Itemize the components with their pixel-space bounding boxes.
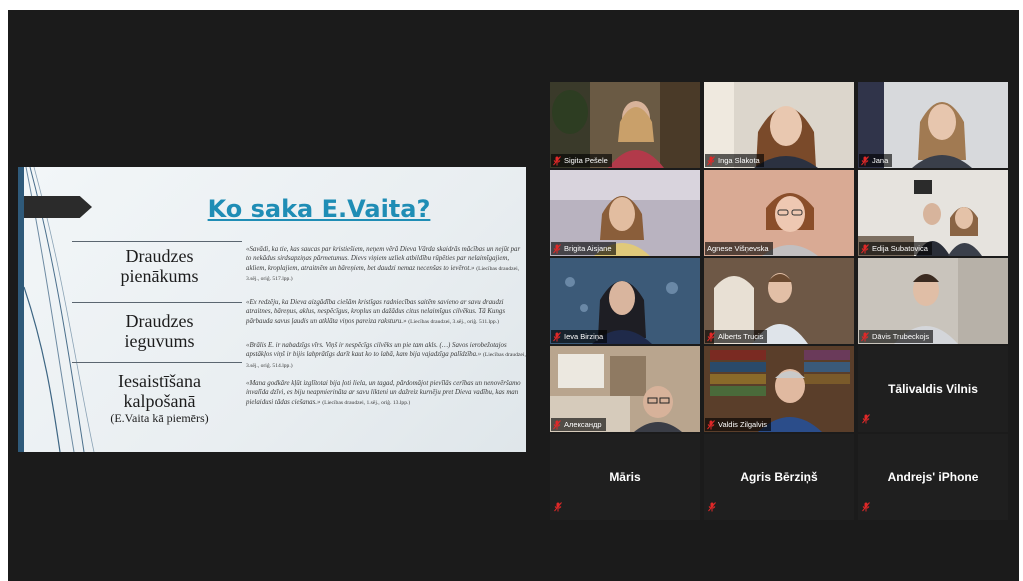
term-note: (E.Vaita kā piemērs) — [110, 411, 209, 425]
slide-term-column: Draudzes pienākums Draudzes ieguvums Ies… — [72, 241, 247, 441]
participant-tile-no-video[interactable]: Agris Bērziņš — [704, 434, 854, 520]
mic-muted-icon — [861, 155, 869, 166]
term-item: Iesaistīšana kalpošanā (E.Vaita kā piemē… — [72, 371, 247, 425]
divider — [72, 302, 242, 303]
quote: «Ex redzēju, ka Dieva aizgādība ciešām k… — [246, 299, 506, 325]
participant-label: Brigita Aisjane — [551, 242, 616, 255]
participant-name: Alberts Trucis — [718, 332, 764, 341]
quote-source: (Liecības draudzei, 3.sēj., oriģ. 511.lp… — [408, 318, 499, 325]
participant-tile[interactable]: Inga Slakota — [704, 82, 854, 168]
term-item: Draudzes pienākums — [72, 246, 247, 286]
quote-source: (Liecības draudzei, 1.sēj., oriģ. 13.lpp… — [322, 399, 411, 406]
participant-name: Dāvis Trubeckojs — [872, 332, 930, 341]
quote: «Mana godkāre kļūt izglītotai bija ļoti … — [246, 379, 521, 406]
participant-name: Valdis Zilgalvis — [718, 420, 768, 429]
mic-muted-icon — [862, 411, 870, 429]
participant-name: Inga Slakota — [718, 156, 760, 165]
participant-name: Agnese Višņevska — [707, 244, 769, 253]
participant-tile-no-video[interactable]: Tālivaldis Vilnis — [858, 346, 1008, 432]
term-item: Draudzes ieguvums — [72, 311, 247, 351]
participant-tile[interactable]: Alberts Trucis — [704, 258, 854, 344]
meeting-window: Ko saka E.Vaita? Draudzes pienākums Drau… — [8, 10, 1019, 581]
participant-label: Inga Slakota — [705, 154, 764, 167]
participant-tile[interactable]: Ieva Birziņa — [550, 258, 700, 344]
mic-muted-icon — [707, 155, 715, 166]
participant-tile[interactable]: Brigita Aisjane — [550, 170, 700, 256]
mic-muted-icon — [707, 331, 715, 342]
quote: «Savādi, ka tie, kas saucas par kristieš… — [246, 246, 521, 282]
mic-muted-icon — [861, 243, 869, 254]
participant-name: Brigita Aisjane — [564, 244, 612, 253]
participant-label: Dāvis Trubeckojs — [859, 330, 934, 343]
participant-name: Ieva Birziņa — [564, 332, 604, 341]
participant-tile[interactable]: Edija Subatovica — [858, 170, 1008, 256]
divider — [72, 362, 242, 363]
participant-tile[interactable]: Dāvis Trubeckojs — [858, 258, 1008, 344]
mic-muted-icon — [554, 499, 562, 517]
slide-arrow-tab — [24, 196, 92, 218]
participant-name: Александр — [564, 420, 602, 429]
term-line: Draudzes — [125, 311, 194, 331]
participant-label: Александр — [551, 418, 606, 431]
participant-name: Andrejs' iPhone — [887, 470, 979, 484]
mic-muted-icon — [553, 155, 561, 166]
participant-tile[interactable]: Sigita Pešele — [550, 82, 700, 168]
participant-name: Sigita Pešele — [564, 156, 608, 165]
term-line: pienākums — [120, 266, 199, 286]
term-line: kalpošanā — [123, 391, 196, 411]
participant-name: Māris — [609, 470, 641, 484]
slide-quotes: «Savādi, ka tie, kas saucas par kristieš… — [246, 245, 526, 416]
mic-muted-icon — [553, 243, 561, 254]
quote: «Brālis E. ir nabadzīgs vīrs. Viņš ir ne… — [246, 342, 526, 369]
participant-label: Jana — [859, 154, 893, 167]
participant-name: Jana — [872, 156, 889, 165]
participant-name: Tālivaldis Vilnis — [888, 382, 978, 396]
mic-muted-icon — [553, 419, 561, 430]
term-line: Iesaistīšana — [118, 371, 201, 391]
participant-tile-no-video[interactable]: Māris — [550, 434, 700, 520]
participant-tile[interactable]: Александр — [550, 346, 700, 432]
participant-label: Agnese Višņevska — [705, 242, 773, 255]
mic-muted-icon — [862, 499, 870, 517]
participant-label: Sigita Pešele — [551, 154, 612, 167]
participant-tile-no-video[interactable]: Andrejs' iPhone — [858, 434, 1008, 520]
participant-name: Agris Bērziņš — [740, 470, 818, 484]
participant-label: Edija Subatovica — [859, 242, 932, 255]
term-line: ieguvums — [124, 331, 195, 351]
shared-screen-slide: Ko saka E.Vaita? Draudzes pienākums Drau… — [18, 167, 526, 452]
mic-muted-icon — [707, 419, 715, 430]
mic-muted-icon — [861, 331, 869, 342]
mic-muted-icon — [708, 499, 716, 517]
participant-name: Edija Subatovica — [872, 244, 928, 253]
participant-tile[interactable]: Valdis Zilgalvis — [704, 346, 854, 432]
participant-tile[interactable]: Jana — [858, 82, 1008, 168]
slide-title: Ko saka E.Vaita? — [207, 195, 431, 223]
divider — [72, 241, 242, 242]
mic-muted-icon — [553, 331, 561, 342]
participant-label: Ieva Birziņa — [551, 330, 608, 343]
participant-tile-active-speaker[interactable]: Agnese Višņevska — [704, 170, 854, 256]
term-line: Draudzes — [125, 246, 194, 266]
participant-label: Valdis Zilgalvis — [705, 418, 772, 431]
participant-label: Alberts Trucis — [705, 330, 768, 343]
